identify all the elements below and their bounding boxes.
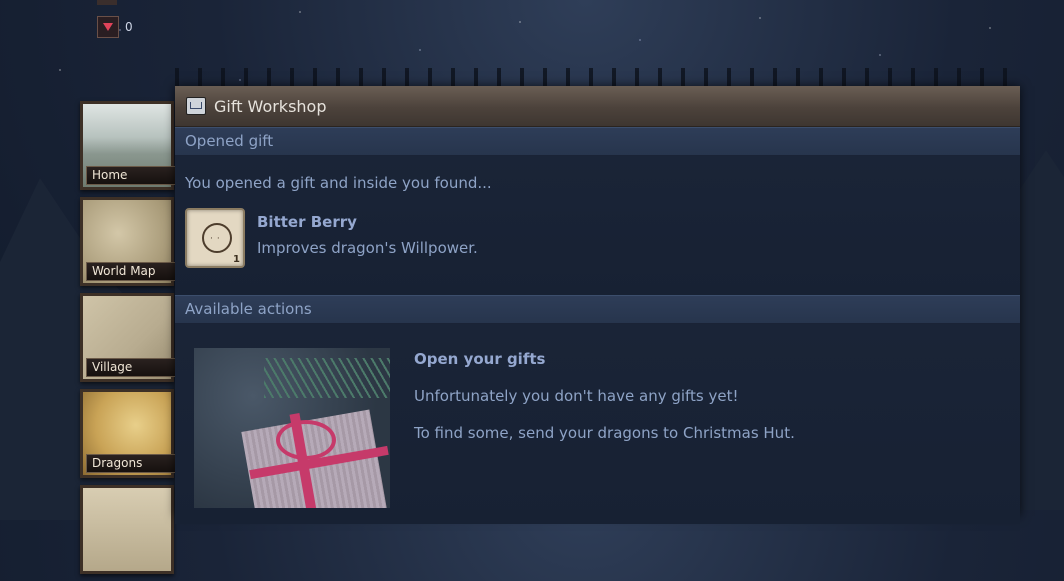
find-gifts-hint: To find some, send your dragons to Chris… (414, 424, 795, 442)
nav-dragons-label: Dragons (86, 454, 176, 473)
gift-workshop-dialog: Gift Workshop Opened gift You opened a g… (175, 86, 1020, 524)
gem-count: 0 (125, 20, 133, 34)
gem-icon (97, 16, 119, 38)
treeline-silhouette (175, 68, 1025, 88)
available-actions-heading: Available actions (175, 295, 1020, 324)
nav-world-map[interactable]: World Map (80, 197, 176, 286)
nav-world-map-label: World Map (86, 262, 176, 281)
no-gifts-message: Unfortunately you don't have any gifts y… (414, 387, 739, 405)
nav-more[interactable] (80, 485, 174, 574)
dialog-title: Gift Workshop (214, 96, 327, 116)
open-gifts-title: Open your gifts (414, 350, 546, 368)
bitter-berry-icon[interactable]: ·· 1 (185, 208, 245, 268)
item-count: 1 (233, 254, 240, 265)
item-name: Bitter Berry (257, 213, 357, 231)
nav-village[interactable]: Village (80, 293, 176, 382)
available-actions-section: Open your gifts Unfortunately you don't … (175, 324, 1020, 524)
gem-counter[interactable]: 0 (97, 16, 133, 38)
opened-gift-intro: You opened a gift and inside you found..… (185, 174, 492, 192)
opened-gift-heading: Opened gift (175, 127, 1020, 156)
item-info: Bitter Berry Improves dragon's Willpower… (257, 208, 478, 286)
found-item: ·· 1 Bitter Berry Improves dragon's Will… (185, 208, 1020, 286)
dialog-title-bar: Gift Workshop (175, 86, 1020, 127)
opened-gift-section: You opened a gift and inside you found..… (175, 156, 1020, 295)
open-gifts-panel: Open your gifts Unfortunately you don't … (414, 350, 795, 442)
side-navigation: Home World Map Village Dragons (80, 101, 176, 581)
item-description: Improves dragon's Willpower. (257, 239, 478, 257)
nav-dragons[interactable]: Dragons (80, 389, 176, 478)
nav-home-label: Home (86, 166, 176, 185)
gift-box-image (194, 348, 390, 508)
nav-village-label: Village (86, 358, 176, 377)
resource-stub (97, 0, 117, 5)
book-icon (186, 97, 206, 115)
nav-home[interactable]: Home (80, 101, 176, 190)
more-thumbnail (83, 488, 171, 571)
